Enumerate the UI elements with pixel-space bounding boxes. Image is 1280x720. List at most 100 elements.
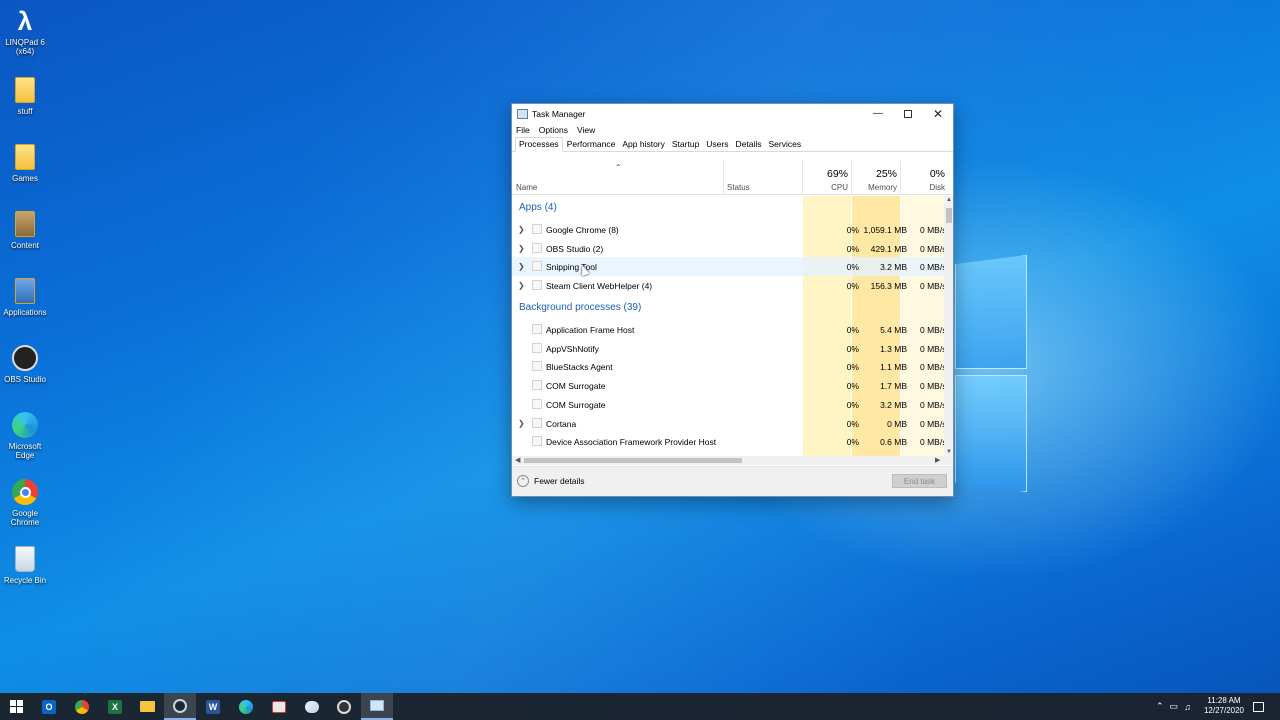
process-row[interactable]: Device Association Framework Provider Ho… <box>512 432 944 451</box>
expand-chevron-icon[interactable]: ❯ <box>518 281 525 290</box>
process-row[interactable]: COM Surrogate 0% 3.2 MB 0 MB/s <box>512 395 944 414</box>
process-memory: 3.2 MB <box>880 262 907 273</box>
process-name: Google Chrome (8) <box>546 225 619 235</box>
process-memory: 1.7 MB <box>880 381 907 392</box>
column-disk[interactable]: Disk <box>929 183 945 192</box>
vertical-scroll-thumb[interactable] <box>946 208 952 223</box>
process-disk: 0 MB/s <box>920 262 944 273</box>
show-hidden-icons-button[interactable]: ⌃ <box>1156 701 1164 712</box>
process-memory: 5.4 MB <box>880 325 907 335</box>
memory-usage-percent[interactable]: 25% <box>876 168 897 180</box>
process-name: AppVShNotify <box>546 343 599 354</box>
folder-icon <box>11 76 39 104</box>
desktop-icon-edge[interactable]: Microsoft Edge <box>2 411 48 460</box>
desktop-icon-label: Google Chrome <box>10 509 40 527</box>
desktop-icon-obs[interactable]: OBS Studio <box>2 344 48 384</box>
taskbar-snipping-tool[interactable] <box>263 693 295 720</box>
vertical-scrollbar[interactable]: ▲ ▼ <box>944 196 953 456</box>
tab-services[interactable]: Services <box>765 139 804 151</box>
end-task-button[interactable]: End task <box>892 474 947 488</box>
desktop-icon-stuff[interactable]: stuff <box>2 76 48 116</box>
taskbar-task-manager[interactable] <box>361 693 393 720</box>
edge-icon <box>11 411 39 439</box>
chrome-icon <box>75 699 89 714</box>
task-manager-icon <box>370 700 384 711</box>
taskbar-outlook[interactable]: O <box>33 693 65 720</box>
network-icon[interactable]: ▭ <box>1170 701 1179 712</box>
tab-users[interactable]: Users <box>703 139 731 151</box>
desktop-icon-recycle-bin[interactable]: Recycle Bin <box>2 545 48 585</box>
taskbar-file-explorer[interactable] <box>131 693 163 720</box>
word-icon: W <box>206 699 220 714</box>
column-status[interactable]: Status <box>727 183 750 192</box>
desktop-icon-label: Content <box>10 241 40 250</box>
tab-processes[interactable]: Processes <box>515 137 563 152</box>
cpu-usage-percent[interactable]: 69% <box>827 168 848 180</box>
expand-chevron-icon[interactable]: ❯ <box>518 225 525 234</box>
process-icon <box>532 261 542 272</box>
group-header-apps[interactable]: Apps (4) <box>519 202 557 213</box>
menu-file[interactable]: File <box>516 125 530 135</box>
maximize-icon <box>904 109 912 118</box>
process-disk: 0 MB/s <box>920 325 944 335</box>
tab-details[interactable]: Details <box>733 139 765 151</box>
horizontal-scroll-thumb[interactable] <box>524 458 742 463</box>
process-row[interactable]: AppVShNotify 0% 1.3 MB 0 MB/s <box>512 339 944 358</box>
process-row[interactable]: ❯ Snipping Tool 0% 3.2 MB 0 MB/s <box>512 257 944 277</box>
process-row[interactable]: ❯ Cortana 0% 0 MB 0 MB/s <box>512 414 944 433</box>
process-row[interactable]: ❯ Google Chrome (8) 0% 1,059.1 MB 0 MB/s <box>512 220 944 239</box>
process-row[interactable]: Application Frame Host 0% 5.4 MB 0 MB/s <box>512 320 944 339</box>
system-tray: ⌃ ▭ ♫ <box>1156 693 1191 720</box>
minimize-button[interactable]: — <box>863 104 893 123</box>
disk-usage-percent[interactable]: 0% <box>930 168 945 180</box>
process-disk: 0 MB/s <box>920 381 944 392</box>
tab-strip: Processes Performance App history Startu… <box>512 137 953 152</box>
taskbar-edge[interactable] <box>230 693 262 720</box>
taskbar-obs[interactable] <box>328 693 360 720</box>
desktop-icon-linqpad[interactable]: λ LINQPad 6 (x64) <box>2 7 48 56</box>
menu-options[interactable]: Options <box>539 125 568 135</box>
process-name: COM Surrogate <box>546 399 606 410</box>
desktop-icon-label: Applications <box>3 308 47 317</box>
menu-view[interactable]: View <box>577 125 595 135</box>
expand-chevron-icon[interactable]: ❯ <box>518 419 525 428</box>
process-row[interactable]: COM Surrogate 0% 1.7 MB 0 MB/s <box>512 376 944 395</box>
column-cpu[interactable]: CPU <box>831 183 848 192</box>
desktop-icon-content[interactable]: Content <box>2 210 48 250</box>
recycle-bin-icon <box>11 545 39 573</box>
windows-logo-wallpaper <box>955 255 1027 492</box>
column-memory[interactable]: Memory <box>868 183 897 192</box>
group-header-background[interactable]: Background processes (39) <box>519 302 641 313</box>
action-center-button[interactable] <box>1244 693 1272 720</box>
desktop-icon-games[interactable]: Games <box>2 143 48 183</box>
desktop-icon-label: Games <box>12 174 38 183</box>
process-cpu: 0% <box>846 381 859 392</box>
tab-startup[interactable]: Startup <box>669 139 702 151</box>
taskbar-word[interactable]: W <box>197 693 229 720</box>
obs-icon <box>337 699 351 714</box>
volume-icon[interactable]: ♫ <box>1184 702 1191 712</box>
process-name: Steam Client WebHelper (4) <box>546 281 653 292</box>
process-row[interactable]: ❯ Steam Client WebHelper (4) 0% 156.3 MB 0 M… <box>512 276 944 295</box>
taskbar-excel[interactable]: X <box>99 693 131 720</box>
expand-chevron-icon[interactable]: ❯ <box>518 244 525 253</box>
expand-chevron-icon[interactable]: ❯ <box>518 262 525 271</box>
close-button[interactable]: ✕ <box>923 104 953 123</box>
taskbar-steam[interactable] <box>164 693 196 720</box>
desktop-icon-chrome[interactable]: Google Chrome <box>2 478 48 527</box>
horizontal-scrollbar[interactable]: ◀ ▶ <box>512 456 953 465</box>
desktop-icon-applications[interactable]: Applications <box>2 277 48 317</box>
process-row[interactable]: ❯ OBS Studio (2) 0% 429.1 MB 0 MB/s <box>512 239 944 258</box>
maximize-button[interactable] <box>893 104 923 123</box>
process-name: Snipping Tool <box>546 262 597 273</box>
taskbar-chrome[interactable] <box>66 693 98 720</box>
taskbar: O X W ⌃ ▭ ♫ 11:28 AM 12/27/2020 <box>0 693 1280 720</box>
tab-app-history[interactable]: App history <box>619 139 668 151</box>
notification-icon <box>1252 701 1264 712</box>
fewer-details-button[interactable]: ⌃ Fewer details <box>517 475 585 487</box>
process-row[interactable]: BlueStacks Agent 0% 1.1 MB 0 MB/s <box>512 357 944 376</box>
column-name[interactable]: Name <box>516 183 537 192</box>
start-button[interactable] <box>0 693 32 720</box>
taskbar-paint[interactable] <box>296 693 328 720</box>
tab-performance[interactable]: Performance <box>564 139 619 151</box>
